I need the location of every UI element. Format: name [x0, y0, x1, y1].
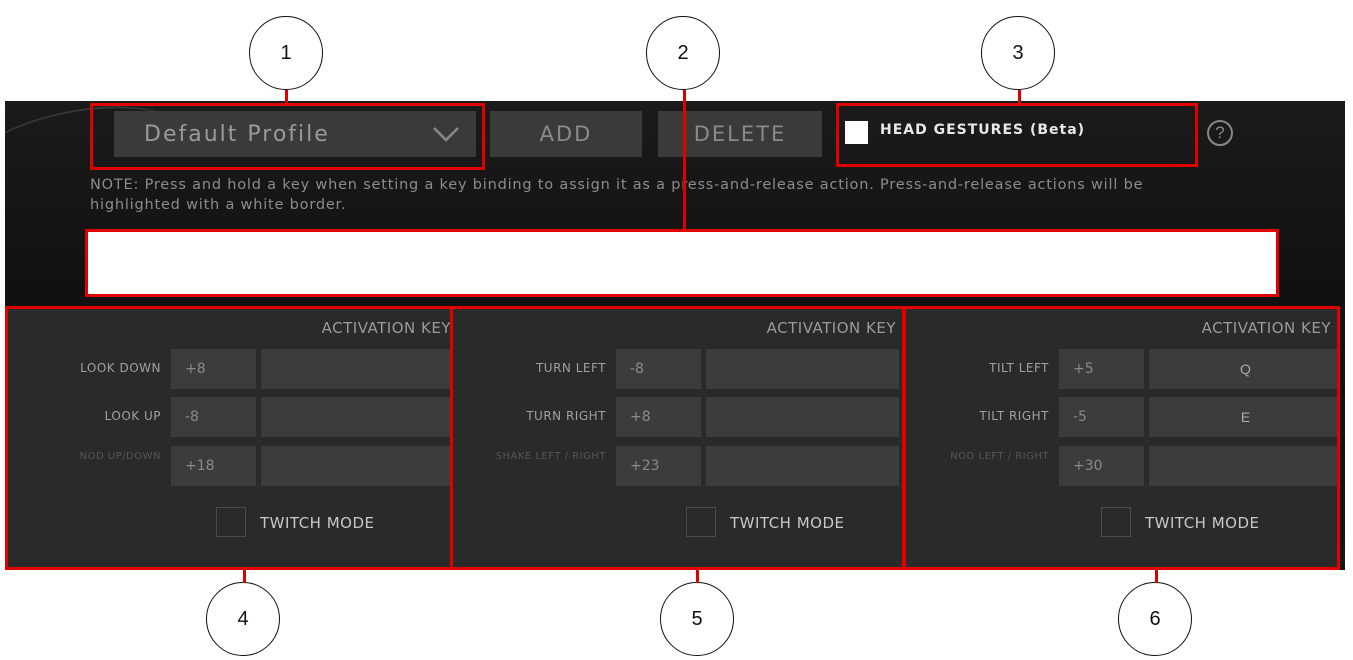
gesture-panel-turn: ACTIVATION KEY TURN LEFT -8 TURN RIGHT +… — [450, 306, 905, 570]
callout-4-leader — [243, 569, 246, 583]
activation-key-field[interactable] — [261, 446, 454, 486]
sensitivity-field[interactable]: +8 — [616, 397, 701, 437]
sensitivity-field[interactable]: +8 — [171, 349, 256, 389]
callout-6: 6 — [1118, 582, 1192, 656]
help-icon[interactable]: ? — [1207, 120, 1233, 146]
callout-1-leader — [285, 90, 288, 104]
gesture-label: NOD LEFT / RIGHT — [950, 451, 1049, 462]
activation-key-field[interactable] — [706, 349, 899, 389]
callout-4: 4 — [206, 582, 280, 656]
callout-6-leader — [1155, 569, 1158, 583]
twitch-mode-label: TWITCH MODE — [730, 514, 845, 532]
gesture-row: LOOK UP -8 — [8, 397, 457, 437]
add-button[interactable]: ADD — [490, 111, 642, 157]
gesture-row: NOD LEFT / RIGHT +30 — [906, 446, 1337, 486]
gesture-label: TILT LEFT — [989, 361, 1049, 375]
sensitivity-field[interactable]: +18 — [171, 446, 256, 486]
activation-key-header: ACTIVATION KEY — [1201, 319, 1331, 337]
gesture-row: TURN LEFT -8 — [453, 349, 902, 389]
twitch-mode-checkbox[interactable] — [686, 507, 716, 537]
gesture-label: TILT RIGHT — [979, 409, 1049, 423]
gesture-panel-tilt: ACTIVATION KEY TILT LEFT +5 Q TILT RIGHT… — [903, 306, 1340, 570]
gesture-label: NOD UP/DOWN — [79, 451, 161, 462]
gesture-panel-look: ACTIVATION KEY LOOK DOWN +8 LOOK UP -8 N… — [5, 306, 460, 570]
key-binding-display-area — [85, 229, 1279, 297]
activation-key-field[interactable] — [261, 349, 454, 389]
sensitivity-field[interactable]: -8 — [171, 397, 256, 437]
gesture-label: TURN LEFT — [535, 361, 606, 375]
sensitivity-field[interactable]: +5 — [1059, 349, 1144, 389]
twitch-mode-label: TWITCH MODE — [1145, 514, 1260, 532]
twitch-mode-checkbox[interactable] — [216, 507, 246, 537]
activation-key-field[interactable]: Q — [1149, 349, 1337, 389]
gesture-label: SHAKE LEFT / RIGHT — [495, 451, 606, 462]
binding-note: NOTE: Press and hold a key when setting … — [90, 177, 1144, 213]
gesture-row: TURN RIGHT +8 — [453, 397, 902, 437]
activation-key-field[interactable] — [261, 397, 454, 437]
activation-key-field[interactable] — [1149, 446, 1337, 486]
callout-3-leader — [1018, 90, 1021, 104]
callout-5: 5 — [660, 582, 734, 656]
gesture-row: TILT LEFT +5 Q — [906, 349, 1337, 389]
gesture-row: LOOK DOWN +8 — [8, 349, 457, 389]
sensitivity-field[interactable]: +23 — [616, 446, 701, 486]
gesture-label: LOOK UP — [104, 409, 161, 423]
activation-key-header: ACTIVATION KEY — [766, 319, 896, 337]
sensitivity-field[interactable]: -8 — [616, 349, 701, 389]
gesture-row: TILT RIGHT -5 E — [906, 397, 1337, 437]
gesture-row: NOD UP/DOWN +18 — [8, 446, 457, 486]
callout-5-leader — [696, 569, 699, 583]
twitch-mode-label: TWITCH MODE — [260, 514, 375, 532]
callout-2: 2 — [646, 16, 720, 90]
sensitivity-field[interactable]: +30 — [1059, 446, 1144, 486]
callout-2-leader — [683, 90, 686, 230]
activation-key-header: ACTIVATION KEY — [321, 319, 451, 337]
highlight-box-3 — [836, 103, 1198, 167]
gesture-label: LOOK DOWN — [80, 361, 161, 375]
twitch-mode-checkbox[interactable] — [1101, 507, 1131, 537]
gesture-row: SHAKE LEFT / RIGHT +23 — [453, 446, 902, 486]
highlight-box-1 — [90, 103, 485, 170]
callout-3: 3 — [981, 16, 1055, 90]
activation-key-field[interactable] — [706, 446, 899, 486]
sensitivity-field[interactable]: -5 — [1059, 397, 1144, 437]
callout-1: 1 — [249, 16, 323, 90]
activation-key-field[interactable] — [706, 397, 899, 437]
activation-key-field[interactable]: E — [1149, 397, 1337, 437]
gesture-label: TURN RIGHT — [526, 409, 606, 423]
